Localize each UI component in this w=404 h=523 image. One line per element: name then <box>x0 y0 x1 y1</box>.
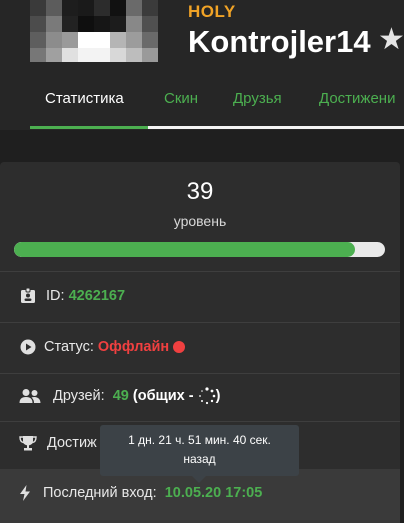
star-icon: ★ <box>378 23 404 56</box>
avatar-pixel <box>94 48 110 62</box>
avatar-pixel <box>110 0 126 16</box>
achievements-label: Достиж <box>47 435 97 451</box>
friends-common-close: ) <box>215 388 221 404</box>
id-row: ID: 4262167 <box>18 288 125 304</box>
status-value: Оффлайн <box>97 339 170 355</box>
avatar-pixel <box>94 0 110 16</box>
divider <box>0 322 400 323</box>
avatar-pixel <box>46 48 62 62</box>
tab-skin[interactable]: Скин <box>164 88 198 130</box>
level-progress-fill <box>14 242 356 257</box>
avatar-pixel <box>30 0 46 16</box>
rank-label: HOLY <box>188 2 236 21</box>
divider <box>0 421 400 422</box>
play-circle-icon <box>18 339 38 355</box>
friends-label: Друзей: <box>53 388 105 404</box>
avatar-pixel <box>126 32 142 48</box>
avatar-pixel <box>78 16 94 32</box>
avatar-pixel <box>94 32 110 48</box>
avatar-pixel <box>110 32 126 48</box>
level-value: 39 <box>186 178 214 205</box>
avatar-pixel <box>78 32 94 48</box>
avatar-pixel <box>142 32 158 48</box>
tooltip-arrow <box>192 476 206 483</box>
avatar-pixel <box>78 0 94 16</box>
avatar-pixel <box>30 32 46 48</box>
friends-row: Друзей: 49 (общих - ) <box>18 387 220 405</box>
tab-friends[interactable]: Друзья <box>233 88 282 130</box>
last-login-tooltip: 1 дн. 21 ч. 51 мин. 40 сек. назад <box>100 425 299 476</box>
tooltip-line-2: назад <box>183 452 216 466</box>
avatar-pixel <box>46 0 62 16</box>
avatar-pixel <box>78 48 94 62</box>
spinner-icon <box>198 387 216 405</box>
offline-status-dot <box>173 341 186 353</box>
friends-common-label: (общих - <box>132 388 194 404</box>
last-login-label: Последний вход: <box>43 485 157 501</box>
active-tab-indicator <box>30 126 148 129</box>
avatar-pixel <box>62 0 78 16</box>
trophy-icon <box>18 435 38 451</box>
bolt-icon <box>18 485 32 501</box>
users-icon <box>18 388 42 404</box>
level-label: уровень <box>173 213 227 229</box>
id-card-icon <box>18 288 38 304</box>
tab-achievements[interactable]: Достижени <box>319 88 395 130</box>
avatar-pixel <box>126 16 142 32</box>
id-value: 4262167 <box>68 288 126 304</box>
avatar-pixel <box>30 16 46 32</box>
avatar-pixel <box>142 48 158 62</box>
friends-value: 49 <box>112 388 129 404</box>
avatar-pixel <box>142 16 158 32</box>
nickname: Kontrojler14 <box>188 24 371 59</box>
tab-divider <box>148 126 404 129</box>
divider <box>0 271 400 272</box>
last-login-value[interactable]: 10.05.20 17:05 <box>165 485 263 501</box>
status-row: Статус: Оффлайн <box>18 339 186 355</box>
last-login-row: Последний вход: 10.05.20 17:05 <box>18 485 262 501</box>
id-label: ID: <box>46 288 65 304</box>
avatar-pixel <box>46 16 62 32</box>
status-label: Статус: <box>44 339 94 355</box>
achievements-row: Достиж <box>18 435 97 451</box>
avatar-pixel <box>110 16 126 32</box>
divider <box>0 373 400 374</box>
avatar-pixel <box>142 0 158 16</box>
avatar-pixel <box>30 48 46 62</box>
avatar-pixel <box>126 48 142 62</box>
avatar-pixel <box>62 16 78 32</box>
tooltip-line-1: 1 дн. 21 ч. 51 мин. 40 сек. <box>128 433 271 447</box>
avatar-pixel <box>110 48 126 62</box>
avatar-pixel <box>126 0 142 16</box>
avatar-pixel <box>46 32 62 48</box>
avatar-pixel <box>94 16 110 32</box>
avatar-pixel <box>62 32 78 48</box>
avatar <box>30 0 158 62</box>
profile-header: HOLY Kontrojler14 ★ Статистика Скин Друз… <box>0 0 404 130</box>
tab-statistics[interactable]: Статистика <box>45 88 124 130</box>
level-progress-bar <box>14 242 385 257</box>
avatar-pixel <box>62 48 78 62</box>
profile-tabs: Статистика Скин Друзья Достижени <box>0 88 404 130</box>
